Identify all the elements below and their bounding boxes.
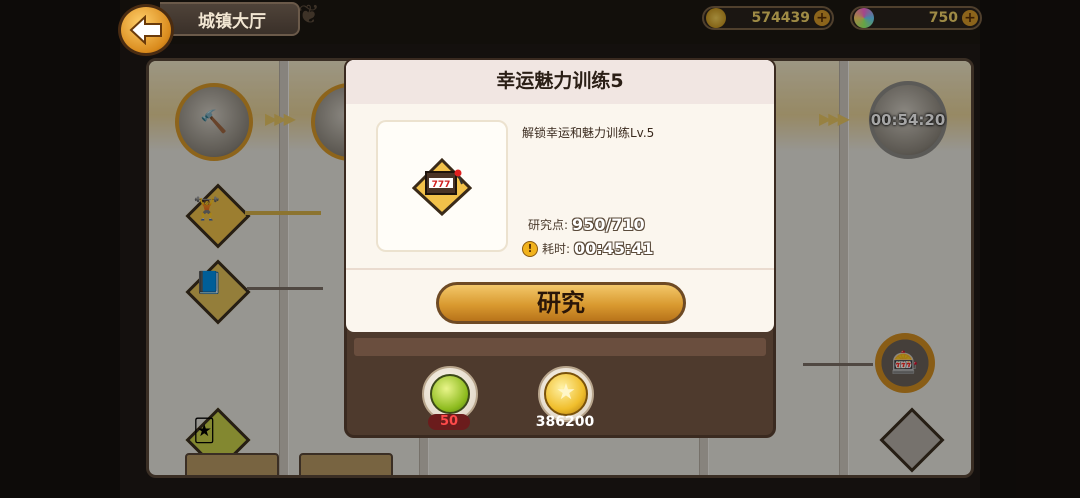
svg-text:777: 777 — [432, 180, 451, 190]
page-title: 城镇大厅 — [160, 2, 300, 36]
research-card: 幸运魅力训练5 777 解锁幸运和魅力训练Lv.5 研究点: 950/710 !… — [346, 60, 774, 332]
potion-cost-amount: 50 — [428, 414, 470, 430]
research-description: 解锁幸运和魅力训练Lv.5 — [522, 126, 655, 140]
points-value: 950/710 — [572, 215, 645, 234]
slot-machine-icon: 777 — [412, 157, 472, 216]
time-value: 00:45:41 — [574, 239, 654, 258]
item-preview: 777 — [376, 120, 508, 252]
potion-icon — [430, 374, 470, 414]
time-row: ! 耗时: 00:45:41 — [522, 239, 654, 258]
research-points-row: 研究点: 950/710 — [528, 215, 645, 234]
gold-coin-icon: ★ — [544, 372, 588, 416]
cost-header-bar — [354, 338, 766, 356]
points-label: 研究点: — [528, 218, 569, 232]
warning-icon: ! — [522, 240, 538, 257]
dialog-title: 幸运魅力训练5 — [346, 60, 774, 104]
time-label: 耗时: — [542, 242, 571, 256]
back-arrow-icon — [129, 15, 162, 45]
research-button[interactable]: 研究 — [436, 282, 686, 324]
gold-cost-amount: 386200 — [535, 414, 595, 430]
back-button[interactable] — [118, 4, 174, 56]
